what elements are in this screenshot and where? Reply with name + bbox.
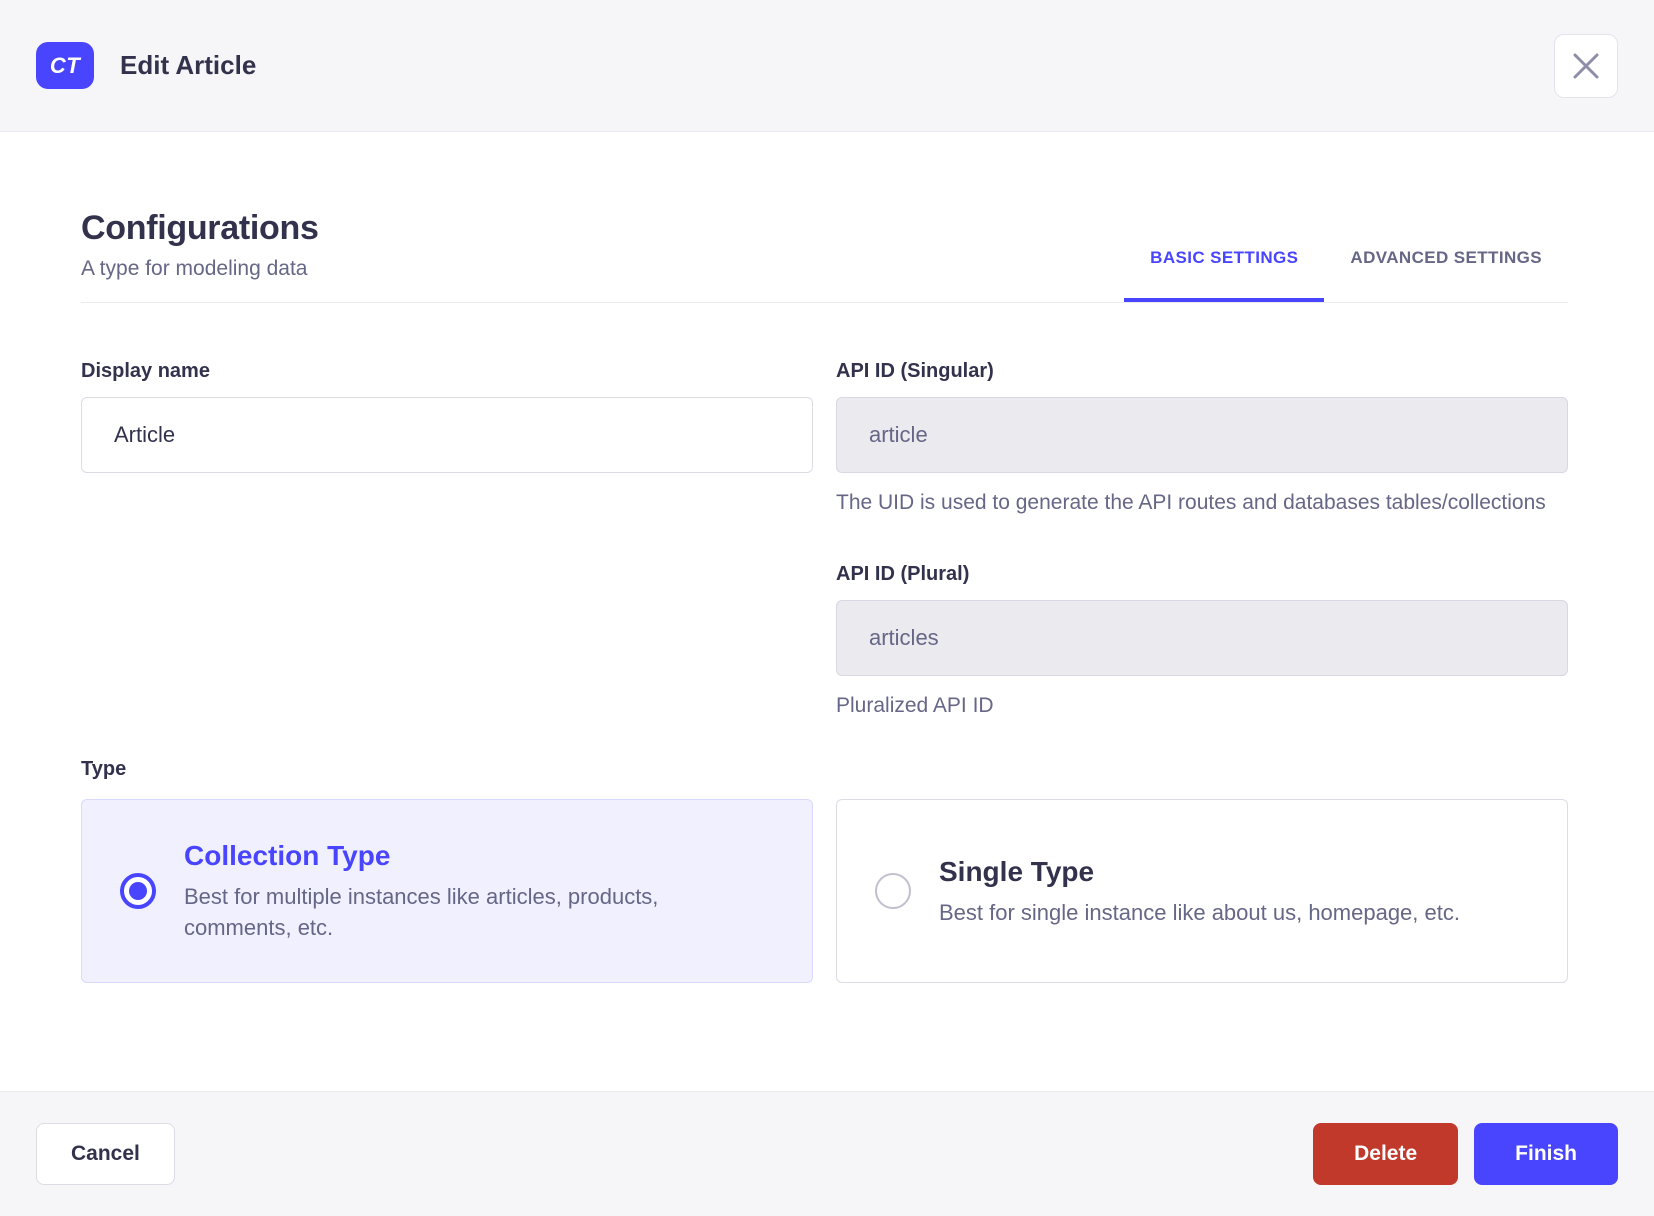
page-title: Configurations	[81, 209, 319, 247]
page-subtitle: A type for modeling data	[81, 257, 308, 280]
display-name-input[interactable]	[81, 397, 813, 473]
api-id-plural-input	[836, 600, 1568, 676]
type-label: Type	[81, 758, 127, 780]
modal-title: Edit Article	[120, 50, 257, 80]
configuration-form: Display name API ID (Singular) The UID i…	[81, 359, 1568, 721]
api-id-singular-field: API ID (Singular) The UID is used to gen…	[836, 359, 1568, 518]
type-section: Type Collection Type Best for multiple i…	[81, 757, 1568, 983]
close-button[interactable]	[1554, 33, 1618, 98]
collection-type-option[interactable]: Collection Type Best for multiple instan…	[81, 799, 813, 983]
display-name-label: Display name	[81, 360, 210, 382]
api-id-singular-label: API ID (Singular)	[836, 360, 994, 382]
delete-button[interactable]: Delete	[1313, 1123, 1459, 1185]
type-options: Collection Type Best for multiple instan…	[81, 799, 1568, 983]
api-id-plural-hint: Pluralized API ID	[836, 694, 994, 717]
single-type-description: Best for single instance like about us, …	[939, 899, 1460, 925]
single-type-text: Single Type Best for single instance lik…	[939, 855, 1460, 928]
collection-type-radio[interactable]	[120, 873, 156, 909]
section-titles: Configurations A type for modeling data	[81, 208, 319, 302]
collection-type-title: Collection Type	[184, 840, 391, 871]
footer-actions: Delete Finish	[1313, 1123, 1618, 1185]
single-type-title: Single Type	[939, 855, 1095, 887]
settings-tabs: BASIC SETTINGS ADVANCED SETTINGS	[1124, 248, 1568, 302]
modal-header-left: CT Edit Article	[36, 42, 256, 89]
edit-content-type-modal: CT Edit Article Configurations A type fo…	[0, 0, 1654, 1216]
cancel-button[interactable]: Cancel	[36, 1123, 175, 1185]
api-id-singular-input	[836, 397, 1568, 473]
api-id-plural-field: API ID (Plural) Pluralized API ID	[836, 562, 1568, 721]
display-name-field: Display name	[81, 359, 813, 473]
close-icon	[1573, 53, 1599, 78]
modal-header: CT Edit Article	[0, 0, 1654, 132]
tab-advanced-settings[interactable]: ADVANCED SETTINGS	[1324, 248, 1568, 302]
content-type-badge: CT	[36, 42, 94, 89]
finish-button[interactable]: Finish	[1474, 1123, 1618, 1185]
single-type-radio[interactable]	[875, 873, 911, 909]
modal-footer: Cancel Delete Finish	[0, 1091, 1654, 1216]
tab-basic-settings[interactable]: BASIC SETTINGS	[1124, 248, 1325, 302]
single-type-option[interactable]: Single Type Best for single instance lik…	[836, 799, 1568, 983]
api-id-column: API ID (Singular) The UID is used to gen…	[836, 359, 1568, 721]
collection-type-text: Collection Type Best for multiple instan…	[184, 839, 744, 943]
collection-type-description: Best for multiple instances like article…	[184, 884, 659, 940]
api-id-singular-hint: The UID is used to generate the API rout…	[836, 491, 1546, 514]
api-id-plural-label: API ID (Plural)	[836, 563, 970, 585]
section-head: Configurations A type for modeling data …	[81, 208, 1568, 303]
modal-body: Configurations A type for modeling data …	[0, 132, 1654, 1091]
